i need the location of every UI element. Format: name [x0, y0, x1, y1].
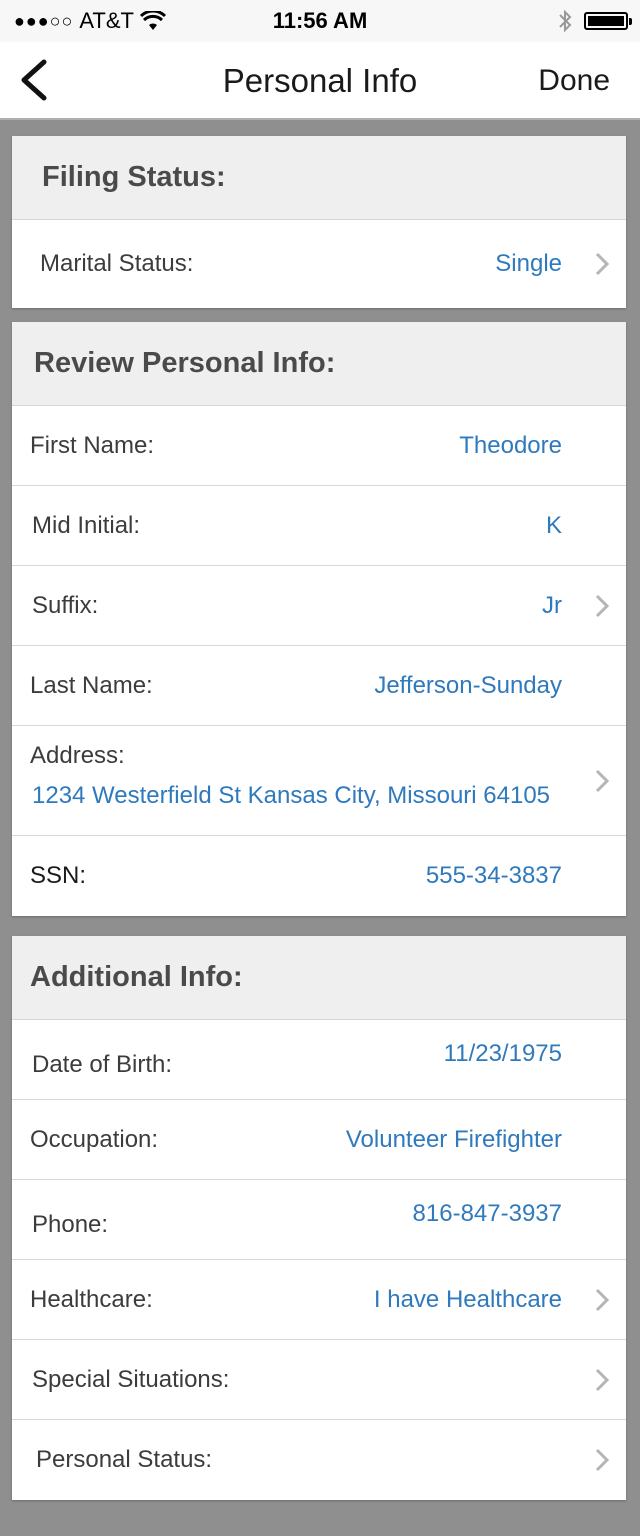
chevron-right-icon	[595, 1288, 610, 1311]
date-of-birth-row[interactable]: Date of Birth: 11/23/1975	[12, 1020, 626, 1100]
additional-info-card: Additional Info: Date of Birth: 11/23/19…	[12, 936, 626, 1500]
marital-status-label: Marital Status:	[40, 250, 194, 277]
phone-row[interactable]: Phone: 816-847-3937	[12, 1180, 626, 1260]
mid-initial-row[interactable]: Mid Initial: K	[12, 486, 626, 566]
ssn-value: 555-34-3837	[425, 862, 562, 889]
date-of-birth-label: Date of Birth:	[32, 1050, 173, 1078]
date-of-birth-value: 11/23/1975	[443, 1039, 562, 1067]
battery-icon	[584, 12, 632, 30]
address-row[interactable]: Address: 1234 Westerfield St Kansas City…	[12, 726, 626, 836]
marital-status-value: Single	[495, 250, 562, 277]
status-right	[558, 9, 632, 33]
navigation-bar: Personal Info Done	[0, 42, 640, 120]
done-button[interactable]: Done	[538, 64, 610, 98]
review-personal-info-header: Review Personal Info:	[12, 322, 626, 406]
chevron-right-icon	[595, 252, 610, 276]
first-name-row[interactable]: First Name: Theodore	[12, 406, 626, 486]
chevron-right-icon	[595, 1368, 610, 1391]
chevron-right-icon	[595, 594, 610, 617]
last-name-label: Last Name:	[30, 671, 153, 699]
suffix-label: Suffix:	[32, 591, 99, 619]
occupation-value: Volunteer Firefighter	[345, 1125, 562, 1153]
personal-status-label: Personal Status:	[36, 1446, 213, 1473]
first-name-value: Theodore	[459, 431, 562, 459]
chevron-right-icon	[595, 769, 610, 792]
mid-initial-value: K	[545, 511, 562, 539]
suffix-value: Jr	[542, 591, 562, 619]
ssn-row[interactable]: SSN: 555-34-3837	[12, 836, 626, 916]
bluetooth-icon	[559, 9, 572, 33]
mid-initial-label: Mid Initial:	[32, 511, 141, 539]
suffix-row[interactable]: Suffix: Jr	[12, 566, 626, 646]
filing-status-header: Filing Status:	[12, 136, 626, 220]
first-name-label: First Name:	[30, 431, 155, 459]
status-bar: ●●●○○ AT&T 11:56 AM	[0, 0, 640, 42]
occupation-label: Occupation:	[30, 1125, 159, 1153]
special-situations-label: Special Situations:	[32, 1365, 230, 1393]
chevron-right-icon	[595, 1448, 610, 1472]
occupation-row[interactable]: Occupation: Volunteer Firefighter	[12, 1100, 626, 1180]
marital-status-row[interactable]: Marital Status: Single	[12, 220, 626, 308]
address-label: Address:	[30, 742, 125, 769]
special-situations-row[interactable]: Special Situations:	[12, 1340, 626, 1420]
filing-status-card: Filing Status: Marital Status: Single	[12, 136, 626, 308]
last-name-value: Jefferson-Sunday	[374, 671, 562, 699]
address-value: 1234 Westerfield St Kansas City, Missour…	[32, 782, 551, 809]
last-name-row[interactable]: Last Name: Jefferson-Sunday	[12, 646, 626, 726]
phone-value: 816-847-3937	[412, 1199, 562, 1227]
personal-status-row[interactable]: Personal Status:	[12, 1420, 626, 1500]
healthcare-row[interactable]: Healthcare: I have Healthcare	[12, 1260, 626, 1340]
ssn-label: SSN:	[30, 862, 87, 889]
status-time: 11:56 AM	[272, 8, 368, 33]
healthcare-label: Healthcare:	[30, 1285, 153, 1313]
phone-label: Phone:	[32, 1210, 109, 1238]
additional-info-header: Additional Info:	[12, 936, 626, 1020]
healthcare-value: I have Healthcare	[373, 1285, 562, 1313]
review-personal-info-card: Review Personal Info: First Name: Theodo…	[12, 322, 626, 916]
